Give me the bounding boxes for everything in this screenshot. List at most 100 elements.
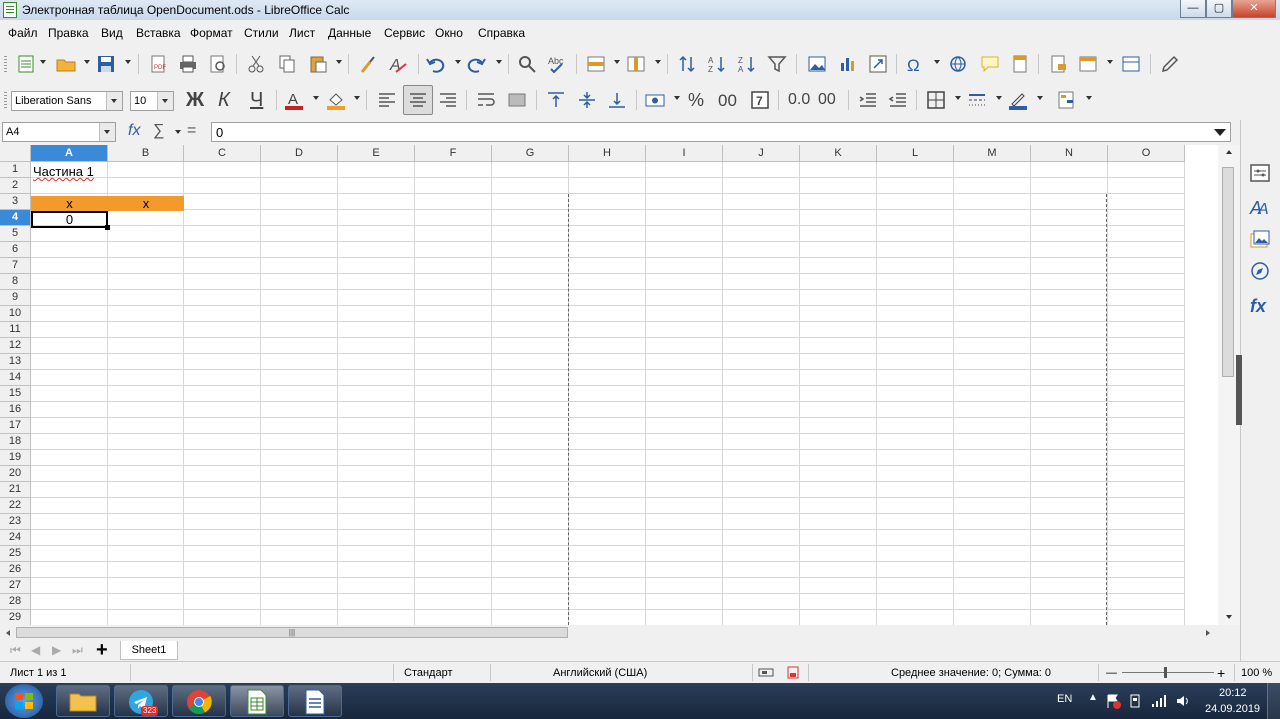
cell-a3[interactable]: x	[31, 196, 108, 211]
start-button[interactable]	[5, 684, 43, 718]
row-header-26[interactable]: 26	[0, 562, 31, 578]
menu-file[interactable]: Файл	[8, 26, 38, 40]
define-print-area-icon[interactable]	[1049, 54, 1069, 74]
name-box[interactable]: A4	[2, 122, 116, 142]
bold-button[interactable]: Ж	[186, 89, 204, 112]
row-header-11[interactable]: 11	[0, 322, 31, 338]
scroll-up-icon[interactable]	[1226, 150, 1232, 154]
show-desktop-button[interactable]	[1267, 683, 1280, 719]
headers-footers-icon[interactable]	[1010, 54, 1030, 74]
font-size-combo[interactable]: 10	[130, 91, 174, 111]
increase-indent-icon[interactable]	[858, 90, 878, 110]
date-format-icon[interactable]: 7	[750, 90, 770, 110]
scroll-down-icon[interactable]	[1226, 615, 1232, 619]
merge-center-icon[interactable]	[507, 90, 527, 110]
save-icon[interactable]	[96, 54, 116, 74]
select-all-corner[interactable]	[0, 145, 31, 162]
special-character-dropdown-icon[interactable]	[934, 60, 940, 64]
conditional-format-icon[interactable]	[1057, 90, 1077, 110]
network-signal-icon[interactable]	[1151, 693, 1167, 709]
expand-formula-bar-icon[interactable]	[1214, 129, 1226, 136]
save-dropdown-icon[interactable]	[125, 60, 131, 64]
border-style-dropdown-icon[interactable]	[996, 96, 1002, 100]
zoom-slider[interactable]	[1122, 672, 1214, 673]
row-header-4[interactable]: 4	[0, 210, 31, 226]
menu-insert[interactable]: Вставка	[136, 26, 181, 40]
sum-button[interactable]: ∑	[153, 122, 164, 140]
print-preview-icon[interactable]	[208, 54, 228, 74]
function-wizard-button[interactable]: fx	[128, 122, 140, 140]
zoom-level[interactable]: 100 %	[1241, 667, 1272, 679]
navigator-icon[interactable]	[1249, 260, 1271, 282]
document-modified-icon[interactable]	[786, 666, 800, 679]
taskbar-telegram[interactable]: 323	[114, 685, 168, 717]
row-header-28[interactable]: 28	[0, 594, 31, 610]
menu-data[interactable]: Данные	[328, 26, 371, 40]
row-header-3[interactable]: 3	[0, 194, 31, 210]
open-dropdown-icon[interactable]	[84, 60, 90, 64]
zoom-out-button[interactable]: —	[1106, 667, 1117, 679]
vertical-scroll-thumb[interactable]	[1222, 167, 1234, 377]
styles-icon[interactable]: AA	[1249, 196, 1271, 218]
row-header-6[interactable]: 6	[0, 242, 31, 258]
row-header-19[interactable]: 19	[0, 450, 31, 466]
align-top-icon[interactable]	[546, 90, 566, 110]
print-icon[interactable]	[178, 54, 198, 74]
minimize-button[interactable]: —	[1180, 0, 1206, 18]
zoom-slider-thumb[interactable]	[1164, 667, 1167, 678]
fill-handle[interactable]	[105, 225, 110, 230]
gallery-icon[interactable]	[1249, 228, 1271, 250]
row-header-8[interactable]: 8	[0, 274, 31, 290]
menu-help[interactable]: Справка	[478, 26, 525, 40]
properties-icon[interactable]	[1249, 162, 1271, 184]
row-header-29[interactable]: 29	[0, 610, 31, 625]
number-format-button[interactable]: 00	[718, 91, 737, 111]
row-header-23[interactable]: 23	[0, 514, 31, 530]
column-header-n[interactable]: N	[1031, 145, 1108, 162]
cell-a4-selected[interactable]: 0	[31, 211, 108, 228]
menu-view[interactable]: Вид	[101, 26, 123, 40]
sidebar-collapse-handle[interactable]	[1236, 355, 1242, 425]
currency-format-icon[interactable]	[645, 90, 665, 110]
maximize-button[interactable]: ▢	[1206, 0, 1232, 18]
font-name-dropdown-icon[interactable]	[106, 92, 122, 110]
insert-image-icon[interactable]	[807, 54, 827, 74]
row-header-16[interactable]: 16	[0, 402, 31, 418]
freeze-rows-columns-icon[interactable]	[1078, 54, 1098, 74]
font-size-dropdown-icon[interactable]	[157, 92, 173, 110]
row-header-24[interactable]: 24	[0, 530, 31, 546]
column-header-m[interactable]: M	[954, 145, 1031, 162]
clear-formatting-icon[interactable]: A	[388, 54, 408, 74]
menu-tools[interactable]: Сервис	[384, 26, 425, 40]
delete-decimal-button[interactable]: 00	[818, 91, 836, 109]
close-button[interactable]: ✕	[1232, 0, 1276, 18]
row-header-18[interactable]: 18	[0, 434, 31, 450]
row-header-22[interactable]: 22	[0, 498, 31, 514]
show-draw-functions-icon[interactable]	[1160, 54, 1180, 74]
column-header-b[interactable]: B	[108, 145, 184, 162]
align-center-button[interactable]	[403, 85, 433, 115]
wrap-text-icon[interactable]	[476, 90, 496, 110]
spreadsheet-grid[interactable]: ABCDEFGHIJKLMNO 1 2 3 4 5 6 7 8 9 10 11 12 13 14 15 16 1…	[0, 145, 1218, 625]
formula-button[interactable]: =	[187, 122, 196, 140]
sort-icon[interactable]	[677, 54, 697, 74]
row-header-7[interactable]: 7	[0, 258, 31, 274]
cell-a1[interactable]: Частина 1	[33, 164, 94, 179]
font-color-icon[interactable]: A	[284, 90, 304, 110]
column-icon[interactable]	[626, 54, 646, 74]
sort-ascending-icon[interactable]: AZ	[707, 54, 727, 74]
horizontal-scrollbar[interactable]: |||	[0, 625, 1240, 641]
align-left-icon[interactable]	[377, 90, 397, 110]
center-vertically-icon[interactable]	[577, 90, 597, 110]
volume-icon[interactable]	[1175, 693, 1191, 709]
column-header-e[interactable]: E	[338, 145, 415, 162]
row-header-20[interactable]: 20	[0, 466, 31, 482]
align-right-icon[interactable]	[438, 90, 458, 110]
column-header-i[interactable]: I	[646, 145, 723, 162]
new-dropdown-icon[interactable]	[40, 60, 46, 64]
comment-icon[interactable]	[980, 54, 1000, 74]
add-decimal-button[interactable]: 0.0	[788, 91, 810, 109]
sheet-tab-sheet1[interactable]: Sheet1	[120, 641, 178, 660]
row-header-5[interactable]: 5	[0, 226, 31, 242]
percent-format-button[interactable]: %	[688, 90, 704, 111]
